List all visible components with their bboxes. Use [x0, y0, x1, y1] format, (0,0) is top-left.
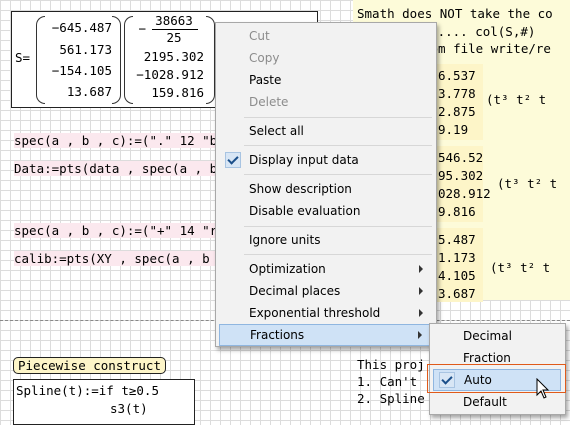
s-col1-r3: −154.105 [51, 63, 112, 78]
project-line-3: 2. Spline [357, 391, 425, 406]
menu-separator [244, 254, 432, 255]
value-2-1: 546.52 [438, 150, 484, 165]
menu-item-delete[interactable]: Delete [219, 91, 433, 113]
menu-item-label: Exponential threshold [249, 306, 381, 320]
submenu-arrow-icon [419, 309, 423, 317]
value-3-4: 3.687 [438, 286, 476, 301]
spec-expression-1[interactable]: spec(a , b , c):=("." 12 "bl [14, 133, 225, 148]
spline-region[interactable]: Spline(t):=if t≥0.5 s3(t) [13, 379, 195, 425]
t-power-expr-1: (t³ t² t [486, 92, 547, 107]
menu-item-label: Display input data [249, 153, 359, 167]
menu-item-fractions[interactable]: Fractions [219, 324, 433, 346]
s-col2-r2: 2195.302 [143, 49, 204, 64]
s-col2-r3: −1028.912 [136, 67, 204, 82]
value-2-2: 95.302 [438, 168, 484, 183]
s-col2-neg: − [138, 21, 146, 36]
s-col1-r2: 561.173 [59, 42, 112, 57]
s-col1-r1: −645.487 [51, 20, 112, 35]
value-1-4: 9.19 [438, 122, 469, 137]
project-line-1: This proj [357, 357, 425, 372]
value-3-2: 1.173 [438, 250, 476, 265]
s-col1-r4: 13.687 [66, 84, 112, 99]
calib-expression[interactable]: calib:=pts(XY , spec(a , b [14, 251, 216, 266]
menu-item-disable-evaluation[interactable]: Disable evaluation [219, 200, 433, 222]
menu-item-display-input-data[interactable]: Display input data [219, 149, 433, 171]
menu-item-select-all[interactable]: Select all [219, 120, 433, 142]
frac-numerator: 38663 [155, 13, 193, 28]
mouse-pointer-icon [536, 378, 550, 399]
frac-denominator: 25 [166, 30, 182, 45]
value-1-3: 2.875 [438, 104, 476, 119]
menu-item-label: Fractions [250, 328, 305, 342]
piecewise-label[interactable]: Piecewise construct [13, 357, 166, 374]
menu-item-cut[interactable]: Cut [219, 25, 433, 47]
menu-item-optimization[interactable]: Optimization [219, 258, 433, 280]
value-1-2: 3.778 [438, 86, 476, 101]
menu-item-label: Decimal places [249, 284, 341, 298]
note-line-3: rom file write/re [423, 41, 551, 56]
menu-separator [244, 145, 432, 146]
menu-item-label: Optimization [249, 262, 326, 276]
menu-item-exponential-threshold[interactable]: Exponential threshold [219, 302, 433, 324]
menu-separator [244, 117, 432, 118]
context-menu: Cut Copy Paste Delete Select all Display… [215, 22, 437, 347]
submenu-arrow-icon [419, 265, 423, 273]
note-line-1: Smath does NOT take the co [357, 6, 553, 21]
menu-item-decimal-places[interactable]: Decimal places [219, 280, 433, 302]
s-label: S= [15, 50, 31, 65]
menu-separator [244, 174, 432, 175]
menu-item-paste[interactable]: Paste [219, 69, 433, 91]
submenu-item-decimal[interactable]: Decimal [433, 325, 559, 347]
t-power-expr-2: (t³ t² t [497, 176, 558, 191]
s-col2-r4: 159.816 [151, 85, 204, 100]
project-line-2: 1. Can't [357, 374, 418, 389]
right-paren-1 [112, 16, 121, 104]
value-2-4: 9.816 [438, 204, 476, 219]
spec-expression-2[interactable]: spec(a , b , c):=("+" 14 "re [14, 223, 225, 238]
menu-item-ignore-units[interactable]: Ignore units [219, 229, 433, 251]
check-icon [225, 152, 241, 168]
spline-line-1: Spline(t):=if t≥0.5 [16, 383, 159, 398]
spline-line-2: s3(t) [110, 401, 148, 416]
data-expression[interactable]: Data:=pts(data , spec(a , b [14, 161, 217, 176]
menu-separator [244, 226, 432, 227]
value-3-1: 5.487 [438, 232, 476, 247]
value-2-3: 028.912 [438, 186, 491, 201]
menu-item-copy[interactable]: Copy [219, 47, 433, 69]
t-power-expr-3: (t³ t² t [490, 260, 551, 275]
menu-item-show-description[interactable]: Show description [219, 178, 433, 200]
submenu-arrow-icon [418, 331, 422, 339]
submenu-arrow-icon [419, 287, 423, 295]
value-1-1: 6.537 [438, 68, 476, 83]
right-paren-2 [206, 16, 215, 104]
value-3-3: 4.105 [438, 268, 476, 283]
